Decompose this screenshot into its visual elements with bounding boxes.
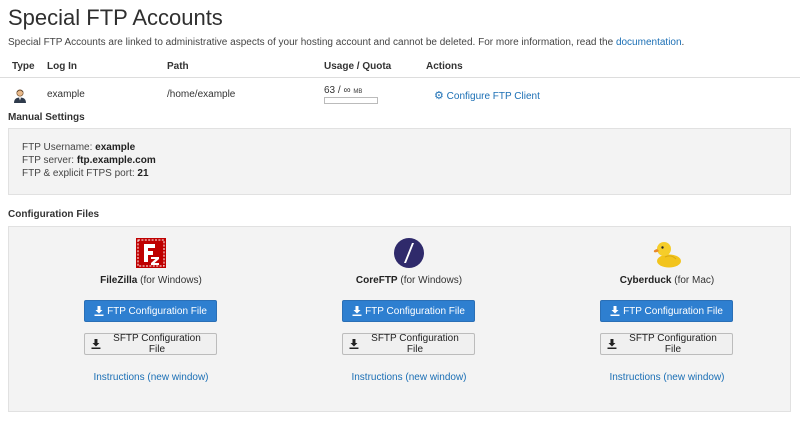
button-label: FTP Configuration File [365, 305, 465, 317]
download-icon [91, 339, 101, 349]
coreftp-instructions-link[interactable]: Instructions (new window) [309, 372, 509, 383]
download-icon [607, 339, 617, 349]
user-icon [14, 89, 26, 103]
client-name-line: CoreFTP (for Windows) [309, 275, 509, 286]
filezilla-instructions-link[interactable]: Instructions (new window) [51, 372, 251, 383]
ftp-username-label: FTP Username: [22, 142, 93, 153]
configuration-files-title: Configuration Files [8, 209, 100, 220]
download-icon [349, 339, 359, 349]
coreftp-sftp-config-button[interactable]: SFTP Configuration File [342, 333, 475, 355]
client-name-line: FileZilla (for Windows) [51, 275, 251, 286]
intro-text: Special FTP Accounts are linked to admin… [8, 37, 614, 48]
quota-value: / ∞ [337, 85, 351, 96]
configure-ftp-client-label: Configure FTP Client [446, 91, 540, 102]
download-icon [94, 306, 104, 316]
page-intro: Special FTP Accounts are linked to admin… [8, 37, 684, 48]
filezilla-sftp-config-button[interactable]: SFTP Configuration File [84, 333, 217, 355]
header-login: Log In [47, 61, 77, 72]
documentation-link[interactable]: documentation [616, 37, 682, 48]
header-usage: Usage / Quota [324, 61, 392, 72]
ftp-username-line: FTP Username: example [22, 142, 135, 153]
cyberduck-logo [653, 242, 681, 268]
filezilla-ftp-config-button[interactable]: FTP Configuration File [84, 300, 217, 322]
header-actions: Actions [426, 61, 463, 72]
ftp-port-value: 21 [137, 168, 149, 179]
page-title: Special FTP Accounts [8, 5, 223, 30]
intro-end: . [681, 37, 685, 48]
configuration-files-panel: FileZilla (for Windows) FTP Configuratio… [8, 226, 791, 412]
ftp-server-line: FTP server: ftp.example.com [22, 155, 156, 166]
cyberduck-ftp-config-button[interactable]: FTP Configuration File [600, 300, 733, 322]
row-path: /home/example [167, 89, 236, 100]
filezilla-logo [136, 238, 166, 268]
client-name: Cyberduck [619, 275, 672, 286]
download-icon [610, 306, 620, 316]
manual-settings-title: Manual Settings [8, 112, 85, 123]
cyberduck-instructions-link[interactable]: Instructions (new window) [567, 372, 767, 383]
coreftp-ftp-config-button[interactable]: FTP Configuration File [342, 300, 475, 322]
ftp-port-label: FTP & explicit FTPS port: [22, 168, 135, 179]
button-label: SFTP Configuration File [629, 333, 717, 355]
header-path: Path [167, 61, 189, 72]
usage-value: 63 [324, 85, 336, 96]
manual-settings-panel: FTP Username: example FTP server: ftp.ex… [8, 128, 791, 195]
row-login: example [47, 89, 85, 100]
download-icon [352, 306, 362, 316]
client-platform: (for Windows) [140, 275, 202, 286]
table-row: example /home/example 63 / ∞ MB ⚙ Config… [0, 80, 800, 112]
ftp-server-label: FTP server: [22, 155, 75, 166]
button-label: SFTP Configuration File [371, 333, 459, 355]
ftp-username-value: example [95, 142, 136, 153]
client-name: CoreFTP [355, 275, 398, 286]
button-label: FTP Configuration File [623, 305, 723, 317]
configure-ftp-client-link[interactable]: ⚙ Configure FTP Client [434, 89, 540, 102]
button-label: FTP Configuration File [107, 305, 207, 317]
row-usage: 63 / ∞ MB [324, 85, 362, 96]
client-platform: (for Mac) [674, 275, 715, 286]
client-platform: (for Windows) [400, 275, 463, 286]
coreftp-logo [394, 238, 424, 268]
gear-icon: ⚙ [434, 90, 444, 102]
button-label: SFTP Configuration File [113, 333, 201, 355]
accounts-table-header: Type Log In Path Usage / Quota Actions [0, 57, 800, 78]
header-type: Type [12, 61, 35, 72]
cyberduck-sftp-config-button[interactable]: SFTP Configuration File [600, 333, 733, 355]
quota-progress-bar [324, 97, 378, 104]
client-name-line: Cyberduck (for Mac) [567, 275, 767, 286]
ftp-port-line: FTP & explicit FTPS port: 21 [22, 168, 149, 179]
client-name: FileZilla [100, 275, 138, 286]
quota-unit: MB [353, 89, 363, 95]
ftp-server-value: ftp.example.com [76, 155, 156, 166]
